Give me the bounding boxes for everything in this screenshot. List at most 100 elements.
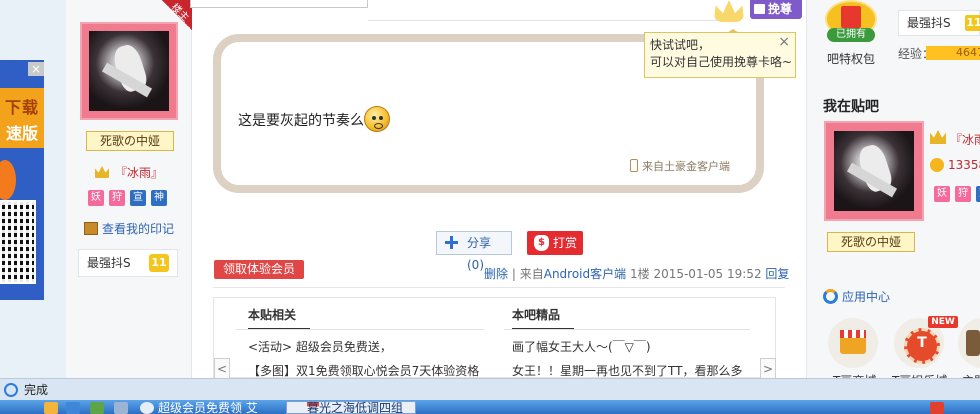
author-name-row[interactable]: 『冰雨』 (66, 164, 192, 181)
tdou-shop-icon[interactable] (828, 318, 878, 368)
share-label: 分享 (467, 236, 492, 250)
client-tag-label: 来自土豪金客户端 (642, 160, 730, 173)
gift-icon (754, 4, 765, 14)
new-badge: NEW (928, 316, 958, 328)
post-meta: 删除 | 来自Android客户端 1楼 2015-01-05 19:52 回复 (484, 265, 789, 282)
android-client-link[interactable]: Android客户端 (544, 267, 626, 281)
source-prefix: 来自 (519, 267, 544, 281)
browser-tab-icon (140, 402, 154, 414)
emoticon-icon (364, 106, 390, 132)
yao-icon[interactable]: 妖 (88, 190, 104, 206)
app-center-link[interactable]: 应用中心 (823, 288, 890, 305)
support-card-button[interactable]: 挽尊 (750, 0, 802, 19)
floor-number: 1楼 (629, 267, 650, 281)
next-arrow-button[interactable]: > (760, 358, 776, 380)
mark-link-label: 查看我的印记 (102, 222, 175, 236)
tooltip-line-2: 可以对自己使用挽尊卡咯~ (650, 55, 793, 69)
ad-text-download: 下载 (4, 98, 39, 117)
tooltip-line-1: 快试试吧， (650, 38, 711, 52)
coin-count: 13358 (948, 158, 980, 172)
owned-tag: 已拥有 (827, 28, 875, 42)
app-taskbar-icon[interactable] (90, 402, 104, 414)
app-center-label: 应用中心 (842, 290, 891, 304)
support-card-label: 挽尊 (768, 2, 793, 16)
money-bag-icon: $ (534, 235, 549, 251)
related-title: 本贴相关 (248, 308, 311, 330)
taskbar-item-1[interactable]: 超级会员免费领 艾 (158, 401, 258, 414)
delete-link[interactable]: 删除 (484, 267, 508, 281)
author-name[interactable]: 『冰雨』 (115, 166, 163, 180)
top-divider (368, 20, 724, 21)
ad-logo-icon (0, 160, 16, 200)
client-tag[interactable]: 来自土豪金客户端 (630, 158, 730, 174)
tooltip-close-button[interactable]: × (778, 34, 790, 51)
author-avatar[interactable] (80, 22, 178, 120)
related-posts-panel: 本贴相关 本吧精品 <活动> 超级会员免费送， 【多图】双1免费领取心悦会员7天… (213, 297, 776, 378)
tip-button[interactable]: $ 打赏 (527, 231, 583, 255)
related-item[interactable]: 【多图】双1免费领取心悦会员7天体验资格 (248, 362, 488, 379)
rank-level-badge: 11 (149, 254, 169, 272)
author-column: 楼主 死歌の中娅 『冰雨』 妖 狩 宣 神 查看我的印记 最强抖S 11 (66, 0, 192, 378)
xuan-icon[interactable]: 宣 (976, 186, 980, 202)
claim-trial-vip-button[interactable]: 领取体验会员 (214, 260, 304, 279)
ad-text-version: 速版 (5, 124, 38, 143)
taskbar-active-label: 暮光之海低调四组 (307, 401, 404, 414)
privilege-pack-label[interactable]: 吧特权包 (827, 50, 875, 67)
my-title-badge[interactable]: 死歌の中娅 (827, 232, 915, 252)
my-name[interactable]: 『冰雨』 (950, 131, 980, 148)
related-item[interactable]: <活动> 超级会员免费送， (248, 338, 488, 355)
book-icon (84, 222, 98, 235)
op-corner-badge: 楼主 (162, 0, 192, 30)
coin-icon (930, 158, 944, 172)
hunt-icon[interactable]: 狩 (955, 186, 971, 202)
xuan-icon[interactable]: 宣 (130, 190, 146, 206)
taskbar-active-item[interactable]: 暮光之海低调四组 (286, 401, 416, 414)
author-title-badge[interactable]: 死歌の中娅 (86, 131, 174, 151)
my-rank-box[interactable]: 最强抖S 11 (898, 10, 980, 36)
browser-status-bar: 完成 (0, 378, 980, 400)
taskbar: 超级会员免费领 艾 暮光之海低调四组 (0, 400, 980, 414)
my-avatar-image (834, 131, 914, 211)
download-ad[interactable]: 下载 速版 (0, 60, 44, 300)
app-center-icon (823, 289, 838, 304)
my-level-badge: 11 (965, 15, 980, 31)
featured-divider (504, 329, 750, 330)
tray-icon[interactable] (930, 402, 944, 414)
window-taskbar-icon[interactable] (114, 402, 128, 414)
post-datetime: 2015-01-05 19:52 (653, 267, 762, 281)
my-avatar[interactable] (824, 121, 924, 221)
crown-decoration-icon (714, 0, 744, 22)
my-icon-row: 妖 狩 宣 (934, 186, 980, 202)
share-button[interactable]: 分享 (0) (436, 231, 512, 272)
crown-icon (94, 166, 109, 178)
meta-divider (213, 287, 785, 288)
featured-item[interactable]: 女王！！星期一再也见不到了TT，看那么多 (512, 362, 744, 379)
view-my-marks-link[interactable]: 查看我的印记 (84, 220, 174, 237)
ie-icon (4, 383, 18, 397)
my-rank-label: 最强抖S (907, 16, 951, 30)
featured-item[interactable]: 画了幅女王大人～(￣▽￣) (512, 338, 752, 355)
author-icon-row: 妖 狩 宣 神 (88, 190, 167, 206)
featured-title: 本吧精品 (512, 308, 575, 330)
top-search-box[interactable] (190, 0, 368, 8)
shen-icon[interactable]: 神 (151, 190, 167, 206)
rank-label: 最强抖S (87, 256, 131, 270)
exp-bar: 4647 (926, 46, 980, 60)
plus-icon (445, 236, 458, 249)
post-content-text: 这是要灰起的节奏么 (238, 113, 364, 129)
ie-taskbar-icon[interactable] (66, 402, 80, 414)
hunt-icon[interactable]: 狩 (109, 190, 125, 206)
author-rank-box[interactable]: 最强抖S 11 (78, 249, 178, 277)
folder-icon[interactable] (44, 402, 58, 414)
status-text: 完成 (24, 383, 49, 397)
support-card-tooltip: 快试试吧， 可以对自己使用挽尊卡咯~ × (644, 29, 796, 78)
related-divider (236, 329, 484, 330)
phone-icon (630, 159, 638, 172)
share-count: (0) (467, 258, 484, 272)
post-content: 这是要灰起的节奏么 (238, 106, 390, 132)
yao-icon[interactable]: 妖 (934, 186, 950, 202)
qr-code-icon (0, 200, 36, 284)
reply-link[interactable]: 回复 (765, 267, 789, 281)
prev-arrow-button[interactable]: < (214, 358, 230, 380)
ad-close-button[interactable]: × (28, 62, 44, 76)
